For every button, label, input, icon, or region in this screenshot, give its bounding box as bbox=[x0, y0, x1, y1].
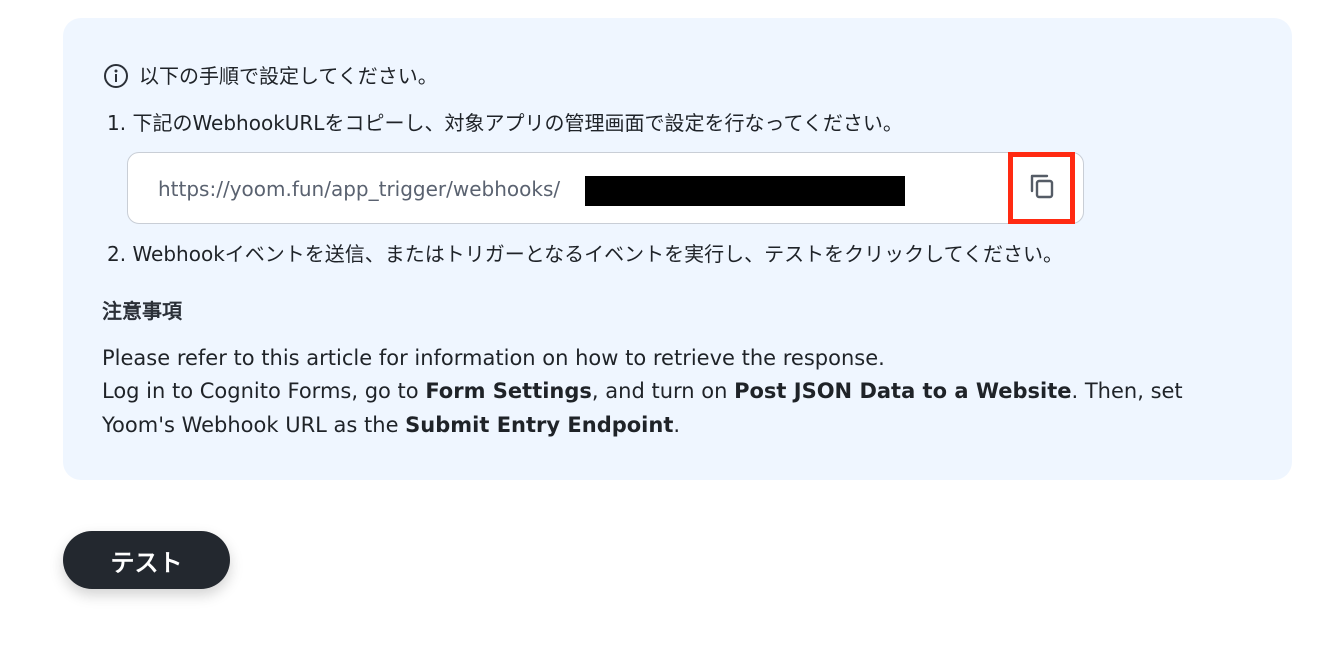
copy-url-button[interactable] bbox=[1008, 152, 1075, 224]
instructions-panel: 以下の手順で設定してください。 1. 下記のWebhookURLをコピーし、対象… bbox=[63, 18, 1292, 480]
note-2-a: Log in to Cognito Forms, go to bbox=[102, 379, 426, 403]
post-json-text: Post JSON Data to a Website bbox=[734, 379, 1072, 403]
submit-endpoint-text: Submit Entry Endpoint bbox=[405, 413, 674, 437]
webhook-url-field[interactable]: https://yoom.fun/app_trigger/webhooks/ bbox=[127, 152, 1084, 224]
intro-text: 以下の手順で設定してください。 bbox=[139, 64, 438, 88]
note-1-suffix: for information on how to retrieve the r… bbox=[372, 346, 885, 370]
note-3-a: Yoom's Webhook URL as the bbox=[102, 413, 406, 437]
note-2-c: , and turn on bbox=[591, 379, 735, 403]
copy-icon[interactable] bbox=[1027, 171, 1057, 205]
redacted-url-part bbox=[585, 176, 905, 206]
note-2-e: . Then, set bbox=[1071, 379, 1183, 403]
test-button[interactable]: テスト bbox=[63, 531, 230, 589]
note-line-2: Log in to Cognito Forms, go to Form Sett… bbox=[102, 378, 1183, 404]
note-line-3: Yoom's Webhook URL as the Submit Entry E… bbox=[102, 412, 680, 438]
note-3-c: . bbox=[673, 413, 681, 437]
intro-row: 以下の手順で設定してください。 bbox=[103, 63, 438, 89]
form-settings-text: Form Settings bbox=[425, 379, 592, 403]
info-icon bbox=[103, 63, 129, 89]
notes-heading: 注意事項 bbox=[102, 299, 182, 323]
note-1-prefix: Please refer to bbox=[102, 346, 262, 370]
article-link[interactable]: this article bbox=[261, 346, 372, 370]
note-line-1: Please refer to this article for informa… bbox=[102, 345, 885, 371]
step-1-text: 1. 下記のWebhookURLをコピーし、対象アプリの管理画面で設定を行なって… bbox=[107, 111, 903, 135]
step-2-text: 2. Webhookイベントを送信、またはトリガーとなるイベントを実行し、テスト… bbox=[107, 242, 1063, 266]
webhook-url-text[interactable]: https://yoom.fun/app_trigger/webhooks/ bbox=[158, 176, 560, 202]
